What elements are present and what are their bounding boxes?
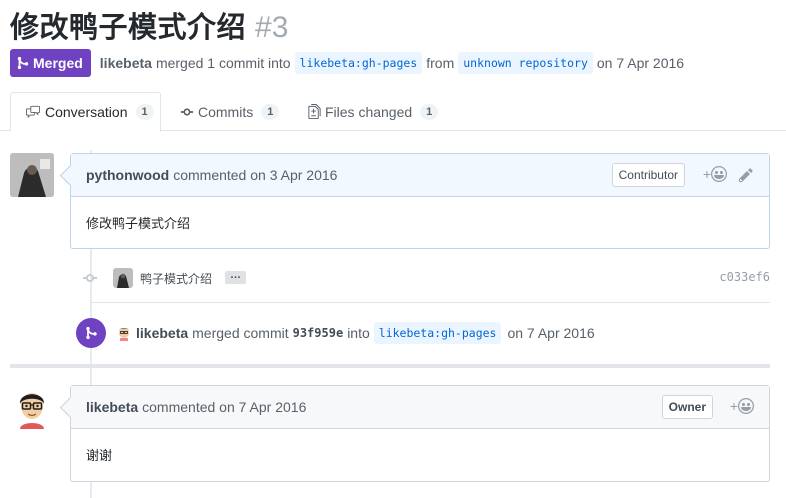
comment-body: 修改鸭子模式介绍	[86, 217, 191, 232]
merged-text: merged 1 commit into	[155, 55, 291, 71]
add-reaction-button[interactable]: +	[730, 398, 754, 414]
pr-tabs: Conversation 1 Commits 1 Files changed 1	[0, 92, 786, 132]
commit-sha[interactable]: c033ef6	[719, 270, 770, 284]
avatar-cartoon-image	[10, 385, 54, 429]
state-label: Merged	[33, 55, 83, 71]
comment-header: likebeta commented on 7 Apr 2016 Owner +	[71, 386, 769, 429]
tab-files-label: Files changed	[325, 103, 413, 120]
smiley-icon	[711, 166, 727, 182]
commit-row: 鸭子模式介绍 … c033ef6	[80, 264, 770, 292]
head-ref: unknown repository	[458, 52, 593, 74]
merge-into-text: into	[347, 325, 370, 341]
timeline-divider	[90, 302, 770, 303]
comment-timestamp[interactable]: commented on 3 Apr 2016	[173, 167, 337, 183]
comment-author[interactable]: pythonwood	[86, 167, 169, 183]
merge-event-date[interactable]: on 7 Apr 2016	[507, 325, 594, 341]
merged-state-badge: Merged	[10, 49, 91, 77]
plus-sign: +	[702, 166, 711, 182]
tab-files-changed[interactable]: Files changed 1	[308, 92, 439, 131]
discussion-divider	[10, 364, 770, 368]
tab-commits-count: 1	[261, 103, 280, 120]
merge-actor[interactable]: likebeta	[136, 325, 188, 341]
edit-comment-button[interactable]	[739, 167, 753, 186]
plus-sign: +	[729, 398, 738, 414]
merge-event-text: merged commit	[192, 325, 289, 341]
pr-title-text: 修改鸭子模式介绍	[10, 10, 247, 44]
tab-commits-label: Commits	[198, 103, 254, 120]
comment-likebeta: likebeta commented on 7 Apr 2016 Owner +…	[70, 385, 770, 482]
tab-commits[interactable]: Commits 1	[180, 92, 280, 131]
tab-conversation[interactable]: Conversation 1	[10, 92, 161, 132]
tab-conversation-count: 1	[135, 104, 154, 120]
tab-files-count: 1	[420, 103, 439, 120]
comment-author[interactable]: likebeta	[86, 399, 138, 415]
add-reaction-button[interactable]: +	[703, 166, 727, 182]
merger-avatar[interactable]	[116, 325, 132, 341]
merge-event: likebeta merged commit 93f959e into like…	[76, 318, 595, 348]
merge-commit-sha[interactable]: 93f959e	[293, 326, 344, 340]
smiley-icon	[738, 398, 754, 414]
avatar-pythonwood[interactable]	[10, 153, 54, 197]
from-text: from	[426, 55, 455, 71]
merge-event-badge	[76, 318, 106, 348]
avatar-photo-image	[10, 153, 54, 197]
pr-number: #3	[255, 11, 289, 44]
comment-body: 谢谢	[86, 449, 113, 464]
git-merge-icon	[17, 56, 29, 70]
owner-badge: Owner	[661, 395, 713, 419]
base-ref[interactable]: likebeta:gh-pages	[294, 52, 423, 74]
commit-avatar-image	[113, 268, 133, 288]
comment-timestamp[interactable]: commented on 7 Apr 2016	[142, 399, 306, 415]
git-commit-icon	[180, 108, 194, 115]
avatar-likebeta[interactable]	[10, 385, 54, 429]
comment-pythonwood: pythonwood commented on 3 Apr 2016 Contr…	[70, 153, 770, 249]
comment-header: pythonwood commented on 3 Apr 2016 Contr…	[71, 154, 769, 197]
merger-link[interactable]: likebeta	[100, 55, 152, 71]
commit-author-avatar[interactable]	[113, 268, 133, 288]
pr-title: 修改鸭子模式介绍 #3	[10, 4, 288, 44]
pencil-icon	[739, 168, 753, 182]
comment-discussion-icon	[26, 105, 40, 119]
commit-expand-button[interactable]: …	[225, 270, 246, 284]
merge-target-ref[interactable]: likebeta:gh-pages	[373, 322, 502, 344]
file-diff-icon	[308, 104, 321, 119]
git-merge-icon	[85, 326, 97, 340]
contributor-badge: Contributor	[611, 163, 685, 187]
merge-date: on 7 Apr 2016	[596, 55, 685, 71]
tab-conversation-label: Conversation	[45, 104, 128, 120]
pr-meta: Merged likebeta merged 1 commit into lik…	[10, 49, 688, 77]
merger-avatar-image	[116, 325, 132, 341]
commit-message[interactable]: 鸭子模式介绍	[140, 270, 212, 287]
git-commit-icon	[83, 274, 97, 282]
